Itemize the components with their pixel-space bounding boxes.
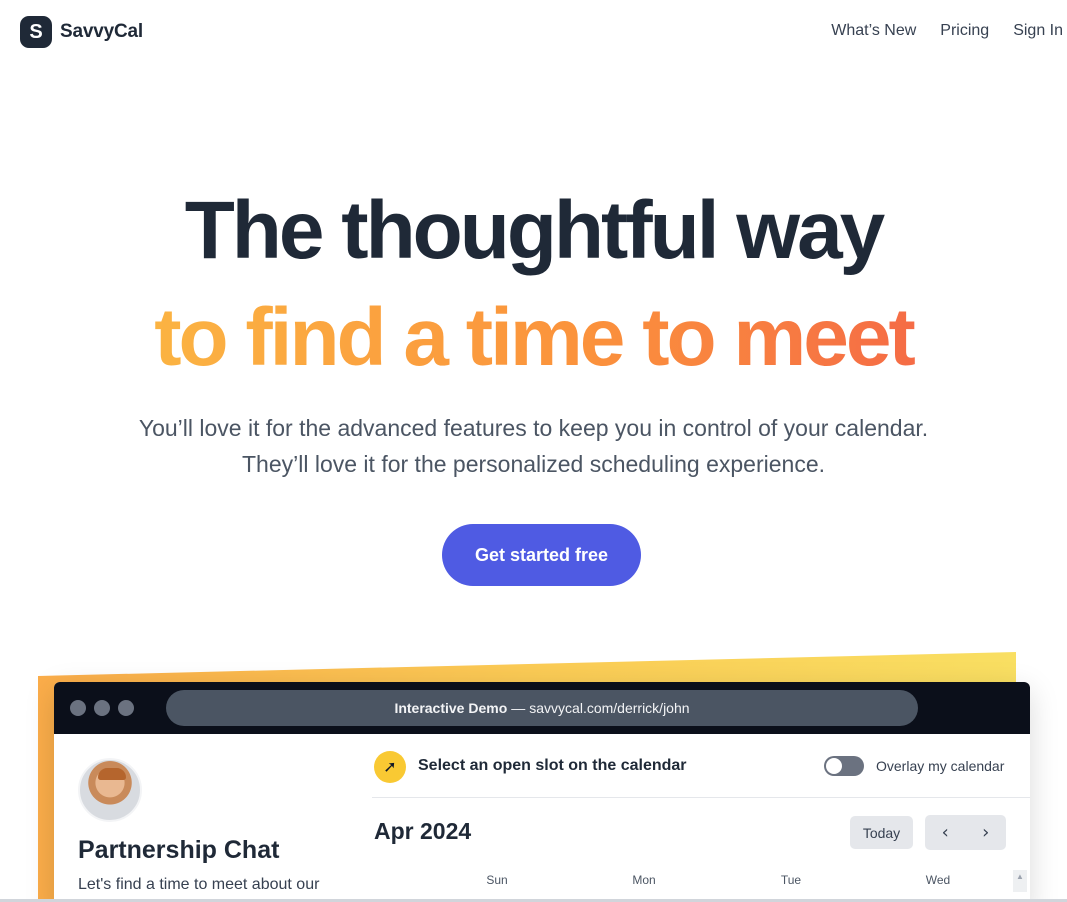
get-started-button[interactable]: Get started free [442, 524, 641, 586]
overlay-calendar-toggle[interactable] [824, 756, 864, 776]
nav-whats-new-link[interactable]: What’s New [831, 22, 916, 40]
meeting-info-panel: Partnership Chat Let's find a time to me… [54, 734, 372, 902]
demo-url-bar: Interactive Demo — savvycal.com/derrick/… [166, 690, 918, 726]
window-dot-icon [118, 700, 134, 716]
logo-text: SavvyCal [60, 21, 143, 42]
day-header-tue: Tue [780, 873, 802, 887]
nav-sign-in-link[interactable]: Sign In [1013, 22, 1063, 40]
site-header: S SavvyCal What’s New Pricing Sign In [0, 0, 1067, 64]
logo[interactable]: S SavvyCal [20, 16, 143, 48]
nav-pricing-link[interactable]: Pricing [940, 22, 989, 40]
logo-mark-icon: S [20, 16, 52, 48]
today-button[interactable]: Today [850, 816, 913, 849]
hero-headline: The thoughtful way [184, 185, 886, 276]
url-separator: — [511, 700, 526, 716]
hero-subtitle-line-1: You’ll love it for the advanced features… [138, 415, 929, 441]
url-text: savvycal.com/derrick/john [529, 700, 690, 716]
overlay-calendar-label: Overlay my calendar [876, 758, 1005, 774]
avatar [78, 758, 142, 822]
meeting-description: Let's find a time to meet about our [78, 876, 320, 893]
calendar-nav: ‹ › [925, 815, 1006, 850]
calendar-month: Apr 2024 [374, 818, 472, 844]
hero-headline-gradient: to find a time to meet [0, 292, 1067, 383]
calendar-panel: ➚ Select an open slot on the calendar Ov… [372, 734, 1030, 902]
demo-titlebar: Interactive Demo — savvycal.com/derrick/… [54, 682, 1030, 734]
cursor-click-icon: ➚ [374, 751, 406, 783]
scroll-up-arrow-icon[interactable]: ▲ [1013, 870, 1027, 892]
chevron-right-icon[interactable]: › [966, 815, 1007, 850]
day-header-mon: Mon [632, 873, 656, 887]
hero-subtitle-line-2: They’ll love it for the personalized sch… [242, 451, 825, 477]
top-nav: What’s New Pricing Sign In [831, 22, 1063, 40]
window-dot-icon [94, 700, 110, 716]
meeting-title: Partnership Chat [78, 836, 280, 864]
url-label: Interactive Demo [394, 700, 508, 716]
window-dot-icon [70, 700, 86, 716]
chevron-left-icon[interactable]: ‹ [925, 815, 966, 850]
demo-window: Interactive Demo — savvycal.com/derrick/… [54, 682, 1030, 902]
day-header-wed: Wed [925, 873, 951, 887]
calendar-hint-row: ➚ Select an open slot on the calendar Ov… [372, 734, 1030, 798]
calendar-hint: Select an open slot on the calendar [418, 757, 687, 774]
day-header-sun: Sun [486, 873, 508, 887]
